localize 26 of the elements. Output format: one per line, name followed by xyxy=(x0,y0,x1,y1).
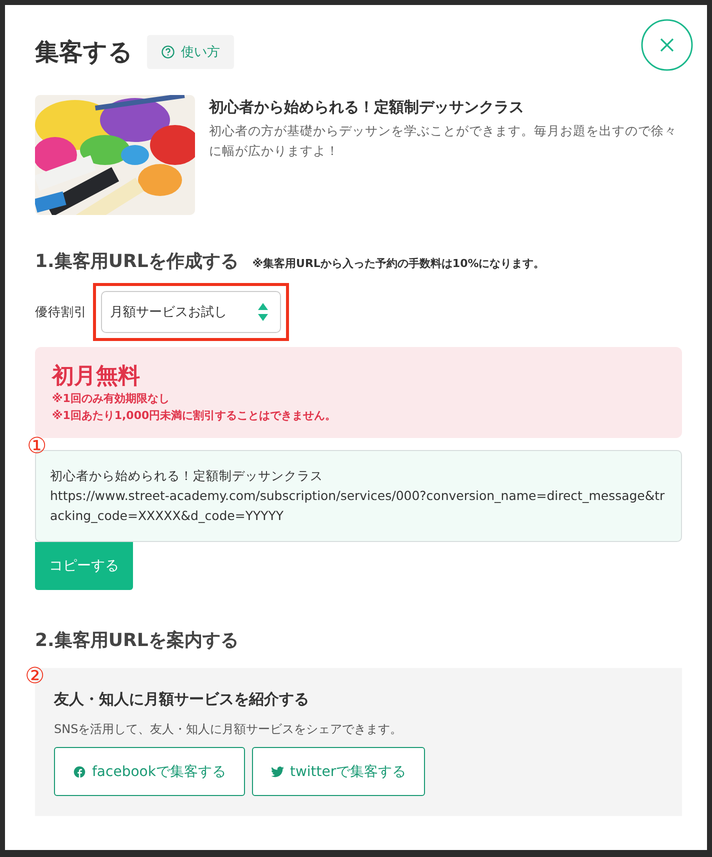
url-text: https://www.street-academy.com/subscription/services/000?conversion_name=direct_message&tracking_code=XXXXX&d_code=YYYYY xyxy=(50,487,666,525)
facebook-icon xyxy=(73,766,86,778)
section-heading: 1.集客用URLを作成する xyxy=(35,250,238,273)
url-title: 初心者から始められる！定額制デッサンクラス xyxy=(50,467,324,485)
bird-icon xyxy=(270,766,284,778)
course-title: 初心者から始められる！定額制デッサンクラス xyxy=(209,98,525,117)
offer-note: ※1回あたり1,000円未満に割引することはできません。 xyxy=(52,408,338,424)
discount-select[interactable]: 月額サービスお試し xyxy=(101,291,281,333)
twitter-button[interactable]: twitterで集客する xyxy=(252,747,426,796)
section-heading: 2.集客用URLを案内する xyxy=(35,629,240,652)
sort-arrows-icon xyxy=(258,303,268,321)
modal-title: 集客する xyxy=(35,37,133,68)
fee-note: ※集客用URLから入った予約の手数料は10%になります。 xyxy=(252,256,545,271)
copy-button[interactable]: コピーする xyxy=(35,542,133,590)
card-title: 友人・知人に月額サービスを紹介する xyxy=(54,690,310,709)
question-icon xyxy=(161,45,175,59)
course-description: 初心者の方が基礎からデッサンを学ぶことができます。毎月お題を出すので徐々に幅が広かりますよ！ xyxy=(209,122,678,160)
offer-note: ※1回のみ有効期限なし xyxy=(52,391,170,407)
facebook-button[interactable]: facebookで集客する xyxy=(54,747,245,796)
help-button[interactable]: 使い方 xyxy=(147,35,234,69)
offer-title: 初月無料 xyxy=(52,363,141,391)
discount-label: 優待割引 xyxy=(35,304,87,320)
annotation-marker: ① xyxy=(27,436,47,458)
annotation-marker: ② xyxy=(25,666,45,688)
close-icon[interactable] xyxy=(641,19,693,71)
card-description: SNSを活用して、友人・知人に月額サービスをシェアできます。 xyxy=(54,721,404,738)
